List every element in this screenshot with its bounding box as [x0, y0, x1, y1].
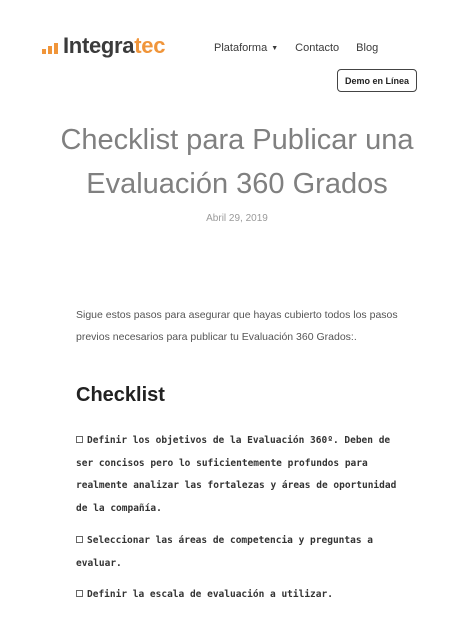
nav-item-blog[interactable]: Blog [356, 42, 378, 54]
nav-item-contacto[interactable]: Contacto [295, 42, 339, 54]
item-line: ser concisos pero lo suficientemente pro… [76, 457, 368, 469]
item-line-text: Definir la escala de evaluación a utiliz… [87, 589, 333, 601]
page-title: Checklist para Publicar una Evaluación 3… [30, 118, 444, 206]
item-line-text: Seleccionar las áreas de competencia y p… [87, 534, 373, 546]
item-line: realmente analizar las fortalezas y área… [76, 480, 397, 492]
checklist-heading: Checklist [76, 384, 165, 406]
item-line: evaluar. [76, 557, 122, 569]
intro-paragraph: Sigue estos pasos para asegurar que haya… [76, 304, 406, 348]
bar-chart-logo-icon [42, 43, 58, 54]
checkbox-icon[interactable] [76, 535, 83, 543]
item-line: Definir los objetivos de la Evaluación 3… [76, 430, 406, 453]
logo-text: Integratec [63, 34, 165, 58]
logo-text-part2: tec [134, 33, 166, 58]
site-header: Integratec Plataforma ▼ Contacto Blog Dem… [0, 0, 474, 100]
main-nav: Plataforma ▼ Contacto Blog [214, 42, 395, 54]
item-line-text: Definir los objetivos de la Evaluación 3… [87, 435, 391, 446]
nav-plataforma-label: Plataforma [214, 42, 268, 54]
checklist-item: Seleccionar las áreas de competencia y p… [76, 530, 406, 575]
item-line: Seleccionar las áreas de competencia y p… [76, 530, 406, 553]
demo-button[interactable]: Demo en Línea [337, 69, 417, 92]
checkbox-icon[interactable] [76, 590, 83, 598]
checklist-item: Definir los objetivos de la Evaluación 3… [76, 430, 406, 521]
title-line: Checklist para Publicar una [60, 124, 414, 156]
intro-line: previos necesarios para publicar tu Eval… [76, 331, 357, 343]
item-line: Definir la escala de evaluación a utiliz… [76, 584, 406, 607]
nav-item-plataforma[interactable]: Plataforma ▼ [214, 42, 278, 54]
intro-line: Sigue estos pasos para asegurar que haya… [76, 309, 398, 321]
caret-down-icon: ▼ [271, 45, 279, 52]
title-line: Evaluación 360 Grados [86, 168, 388, 200]
publish-date: Abril 29, 2019 [206, 213, 268, 224]
logo-text-part1: Integra [63, 33, 135, 58]
checkbox-icon[interactable] [76, 436, 83, 443]
checklist: Definir los objetivos de la Evaluación 3… [76, 430, 406, 616]
checklist-item: Definir la escala de evaluación a utiliz… [76, 584, 406, 607]
item-line: de la compañía. [76, 503, 162, 515]
integratec-logo[interactable]: Integratec [42, 34, 165, 58]
